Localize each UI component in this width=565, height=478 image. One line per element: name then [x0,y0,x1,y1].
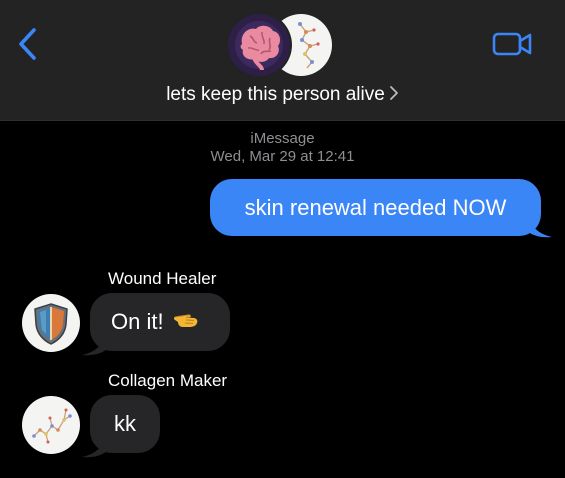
outgoing-message-bubble[interactable]: skin renewal needed NOW [210,179,541,236]
chevron-right-icon [389,85,399,107]
conversation-header: lets keep this person alive [0,0,565,121]
brain-avatar [228,14,290,76]
group-avatar[interactable] [228,12,338,78]
conversation-title[interactable]: lets keep this person alive [0,84,565,107]
service-label: iMessage [250,130,315,147]
facetime-video-button[interactable] [491,28,535,60]
molecule-icon [32,408,72,444]
sender-name: Collagen Maker [108,371,228,390]
collagen-maker-avatar[interactable] [22,396,80,454]
message-text: On it! [111,309,164,334]
brain-icon [228,14,290,76]
bubble-tail [528,214,552,238]
message-text: kk [114,411,136,436]
incoming-message-bubble[interactable]: On it! [90,293,230,351]
pointing-hand-emoji [172,307,200,337]
video-camera-icon [492,32,532,56]
timestamp-label: Wed, Mar 29 at 12:41 [210,148,355,165]
back-button[interactable] [10,22,44,66]
message-text: skin renewal needed NOW [244,194,507,220]
wound-healer-avatar[interactable] [22,294,80,352]
shield-icon [34,303,68,345]
incoming-message-bubble[interactable]: kk [90,395,160,453]
sender-name: Wound Healer [108,269,217,288]
conversation-timestamp: iMessage Wed, Mar 29 at 12:41 [0,130,565,166]
chevron-left-icon [19,28,36,60]
conversation-title-text: lets keep this person alive [166,84,385,105]
messages-screen: lets keep this person alive iMessage Wed… [0,0,565,478]
